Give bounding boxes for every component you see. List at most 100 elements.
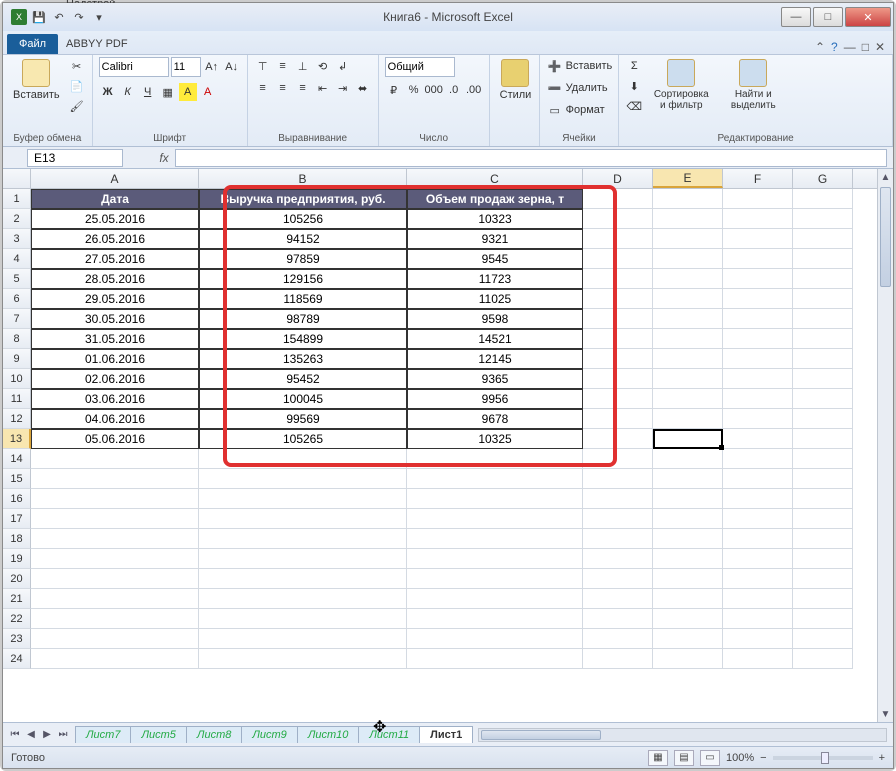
cell[interactable]: 04.06.2016 [31,409,199,429]
cell[interactable] [407,509,583,529]
align-center-icon[interactable]: ≡ [274,79,292,97]
increase-font-icon[interactable]: A↑ [203,58,221,76]
cell[interactable]: 9678 [407,409,583,429]
cell[interactable]: 03.06.2016 [31,389,199,409]
row-header[interactable]: 21 [3,589,31,609]
orientation-icon[interactable]: ⟲ [314,57,332,75]
cell[interactable] [407,449,583,469]
cell[interactable] [31,609,199,629]
autosum-icon[interactable]: Σ [625,57,643,75]
cell[interactable]: 14521 [407,329,583,349]
cell[interactable] [793,509,853,529]
row-header[interactable]: 6 [3,289,31,309]
cell[interactable] [583,489,653,509]
cell[interactable]: 05.06.2016 [31,429,199,449]
cell[interactable] [653,569,723,589]
cell[interactable] [793,249,853,269]
cell[interactable]: 01.06.2016 [31,349,199,369]
cell[interactable] [793,309,853,329]
column-header-D[interactable]: D [583,169,653,188]
cell[interactable] [723,309,793,329]
cell[interactable] [723,249,793,269]
format-painter-icon[interactable]: 🖌 [68,97,86,115]
tab-nav-next-icon[interactable]: ▶ [39,729,55,740]
scroll-up-icon[interactable]: ▲ [878,169,893,185]
tab-nav-last-icon[interactable]: ⏭ [55,729,71,740]
italic-icon[interactable]: К [119,83,137,101]
delete-cells-label[interactable]: Удалить [566,82,608,94]
cell[interactable] [583,649,653,669]
cell[interactable] [583,409,653,429]
cell[interactable] [31,489,199,509]
find-select-button[interactable]: Найти и выделить [719,57,787,113]
sheet-tab[interactable]: Лист5 [130,726,186,743]
cell[interactable] [793,569,853,589]
cell[interactable]: 12145 [407,349,583,369]
cell[interactable] [793,409,853,429]
cell[interactable] [723,489,793,509]
cell[interactable] [653,509,723,529]
cell[interactable] [583,269,653,289]
cell[interactable]: Дата [31,189,199,209]
cell[interactable] [723,469,793,489]
cell[interactable] [723,209,793,229]
cut-icon[interactable]: ✂ [68,57,86,75]
indent-increase-icon[interactable]: ⇥ [334,79,352,97]
cell[interactable] [653,649,723,669]
cell[interactable]: 94152 [199,229,407,249]
font-name-select[interactable] [99,57,169,77]
cell[interactable]: 99569 [199,409,407,429]
sheet-tab[interactable]: Лист8 [186,726,242,743]
cell[interactable] [31,629,199,649]
cell[interactable] [199,489,407,509]
cell[interactable] [199,469,407,489]
cell[interactable] [653,549,723,569]
row-header[interactable]: 23 [3,629,31,649]
cell[interactable] [723,289,793,309]
zoom-knob[interactable] [821,752,829,764]
cells-grid[interactable]: ДатаВыручка предприятия, руб.Объем прода… [31,189,877,722]
column-header-B[interactable]: B [199,169,407,188]
column-header-G[interactable]: G [793,169,853,188]
format-cells-label[interactable]: Формат [566,104,605,116]
ribbon-tab-abbyy pdf[interactable]: ABBYY PDF [58,34,136,54]
vertical-scrollbar[interactable]: ▲ ▼ [877,169,893,722]
doc-close-icon[interactable]: ✕ [875,40,885,54]
column-header-C[interactable]: C [407,169,583,188]
row-header[interactable]: 15 [3,469,31,489]
cell[interactable] [723,429,793,449]
cell[interactable]: 25.05.2016 [31,209,199,229]
cell[interactable] [583,549,653,569]
cell[interactable] [583,609,653,629]
file-tab[interactable]: Файл [7,34,58,54]
cell[interactable] [653,589,723,609]
view-pagebreak-icon[interactable]: ▭ [700,750,720,766]
scroll-thumb[interactable] [880,187,891,287]
wrap-text-icon[interactable]: ↲ [334,57,352,75]
cell[interactable] [793,369,853,389]
cell[interactable] [793,209,853,229]
cell[interactable]: 129156 [199,269,407,289]
cell[interactable] [653,269,723,289]
zoom-slider[interactable] [773,756,873,760]
cell[interactable] [31,469,199,489]
cell[interactable] [31,589,199,609]
cell[interactable] [407,629,583,649]
cell[interactable] [407,549,583,569]
cell[interactable]: 29.05.2016 [31,289,199,309]
cell[interactable] [723,549,793,569]
cell[interactable] [723,409,793,429]
cell[interactable] [407,469,583,489]
row-header[interactable]: 18 [3,529,31,549]
cell[interactable] [793,449,853,469]
cell[interactable] [583,189,653,209]
undo-icon[interactable]: ↶ [51,9,67,25]
cell[interactable]: Объем продаж зерна, т [407,189,583,209]
select-all-corner[interactable] [3,169,31,188]
cell[interactable]: 98789 [199,309,407,329]
cell[interactable] [583,309,653,329]
cell[interactable]: 26.05.2016 [31,229,199,249]
sheet-tab[interactable]: Лист1 [419,726,473,743]
bold-icon[interactable]: Ж [99,83,117,101]
font-size-select[interactable] [171,57,201,77]
